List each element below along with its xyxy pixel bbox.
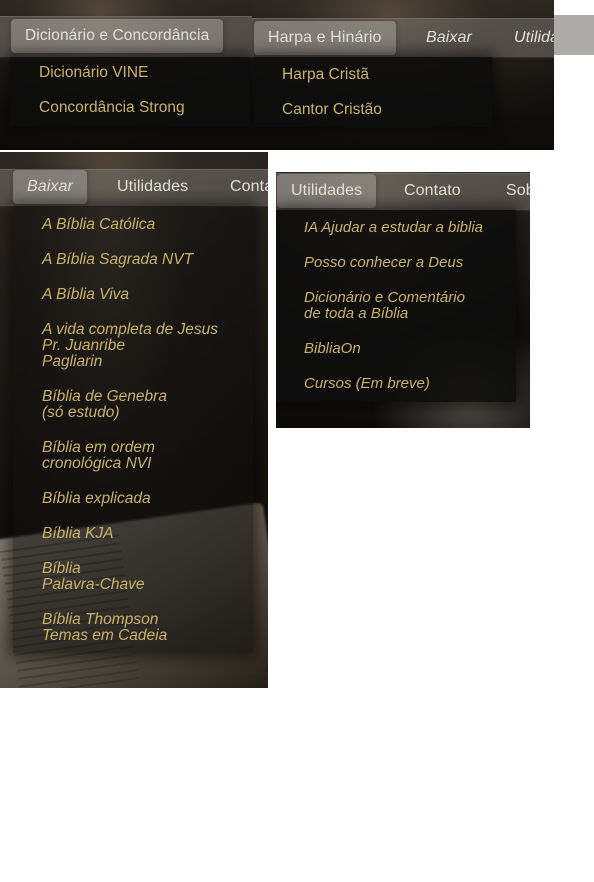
menu-item-cantor-cristao[interactable]: Cantor Cristão xyxy=(282,102,382,118)
menu-item-biblia-viva[interactable]: A Bíblia Viva xyxy=(42,287,129,303)
menu-item-biblia-genebra[interactable]: Bíblia de Genebra (só estudo) xyxy=(42,389,167,421)
nav-tab-utilidades[interactable]: Utilidades xyxy=(103,170,202,204)
panel-baixar-menu: Baixar Utilidades Contato A Bíblia Catól… xyxy=(0,152,268,688)
dropdown-menu: Dicionário VINE Concordância Strong xyxy=(10,57,250,126)
menu-item-vida-jesus[interactable]: A vida completa de Jesus Pr. Juanribe Pa… xyxy=(42,322,218,370)
nav-tab-harpa-hinario[interactable]: Harpa e Hinário xyxy=(254,21,396,55)
dropdown-menu: A Bíblia Católica A Bíblia Sagrada NVT A… xyxy=(13,206,253,653)
menu-item-conhecer-deus[interactable]: Posso conhecer a Deus xyxy=(304,255,463,271)
menu-item-biblia-kja[interactable]: Bíblia KJA xyxy=(42,526,114,542)
menu-item-dicionario-comentario[interactable]: Dicionário e Comentário de toda a Bíblia xyxy=(304,290,465,322)
menu-item-biblia-cronologica[interactable]: Bíblia em ordem cronológica NVI xyxy=(42,440,155,472)
panel-dicionario-menu: Dicionário e Concordância Dicionário VIN… xyxy=(0,0,252,150)
menu-item-biblia-on[interactable]: BibliaOn xyxy=(304,341,361,357)
nav-tab-baixar[interactable]: Baixar xyxy=(13,170,87,204)
right-edge-strip xyxy=(554,15,594,55)
nav-tab-contato[interactable]: Contato xyxy=(216,170,268,204)
dropdown-menu: IA Ajudar a estudar a biblia Posso conhe… xyxy=(276,210,516,402)
menu-item-biblia-nvt[interactable]: A Bíblia Sagrada NVT xyxy=(42,252,193,268)
nav-tab-contato[interactable]: Contato xyxy=(390,174,475,208)
menu-item-harpa-crista[interactable]: Harpa Cristã xyxy=(282,67,369,83)
nav-tab-utilidades[interactable]: Utilidades xyxy=(277,174,377,208)
panel-utilidades-menu: Utilidades Contato Sobre IA Ajudar a est… xyxy=(276,172,530,428)
nav-tab-dicionario[interactable]: Dicionário e Concordância xyxy=(11,19,224,53)
dropdown-menu: Harpa Cristã Cantor Cristão xyxy=(254,57,492,127)
menu-item-dicionario-vine[interactable]: Dicionário VINE xyxy=(39,65,148,81)
panel-harpa-menu: Harpa e Hinário Baixar Utilidades Harpa … xyxy=(252,0,594,150)
menu-item-biblia-thompson[interactable]: Bíblia Thompson Temas em Cadeia xyxy=(42,612,167,644)
menu-item-biblia-explicada[interactable]: Bíblia explicada xyxy=(42,491,151,507)
menu-item-biblia-palavra-chave[interactable]: Bíblia Palavra-Chave xyxy=(42,561,145,593)
menu-item-biblia-catolica[interactable]: A Bíblia Católica xyxy=(42,217,155,233)
nav-tab-sobre[interactable]: Sobre xyxy=(492,174,530,208)
menu-item-cursos[interactable]: Cursos (Em breve) xyxy=(304,376,430,392)
nav-tab-baixar[interactable]: Baixar xyxy=(412,21,486,55)
menu-item-ia-estudar[interactable]: IA Ajudar a estudar a biblia xyxy=(304,220,483,236)
menu-item-concordancia-strong[interactable]: Concordância Strong xyxy=(39,100,185,116)
